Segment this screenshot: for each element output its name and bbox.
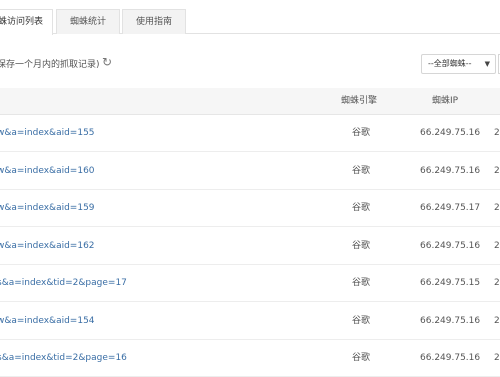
crawled-url-link[interactable]: s&a=index&tid=2&page=17 [0,265,127,302]
truncated-cell: 2 [494,240,500,251]
crawled-url-link[interactable]: w&a=index&aid=154 [0,303,95,340]
crawled-url-link[interactable]: w&a=index&aid=155 [0,115,95,152]
tab-usage-guide[interactable]: 使用指南 [122,9,186,34]
table-row: s&a=index&tid=2&page=16 谷歌 66.249.75.16 2 [0,340,500,377]
crawled-url-link[interactable]: w&a=index&aid=159 [0,190,95,227]
spider-ip-cell: 66.249.75.16 [420,240,481,251]
truncated-cell: 2 [494,315,500,326]
crawled-url-link[interactable]: s&a=index&tid=2&page=16 [0,340,127,377]
table-row: s&a=index&tid=2&page=17 谷歌 66.249.75.15 2 [0,265,500,302]
truncated-cell: 2 [494,353,500,363]
truncated-cell: 2 [494,278,500,288]
spider-engine-cell: 谷歌 [352,165,371,176]
spider-engine-cell: 谷歌 [352,278,371,288]
spider-engine-cell: 谷歌 [352,315,371,326]
retention-note: 保存一个月内的抓取记录) [0,60,100,70]
spider-ip-cell: 66.249.75.15 [420,278,481,288]
crawled-url-link[interactable]: w&a=index&aid=162 [0,228,95,265]
truncated-cell: 2 [494,203,500,213]
refresh-icon[interactable]: ↻ [100,55,114,69]
spider-ip-cell: 66.249.75.16 [420,165,481,176]
tab-bar: 蛛访问列表 蜘蛛统计 使用指南 [0,0,500,35]
table-header: 蜘蛛引擎 蜘蛛IP [0,88,500,115]
spider-engine-cell: 谷歌 [352,203,371,213]
spider-ip-cell: 66.249.75.16 [420,315,481,326]
spider-ip-cell: 66.249.75.16 [420,128,481,138]
spider-engine-cell: 谷歌 [352,240,371,251]
truncated-cell: 2 [494,165,500,176]
table-row: w&a=index&aid=159 谷歌 66.249.75.17 2 [0,190,500,227]
spider-filter-select[interactable]: --全部蜘蛛-- ▼ [421,54,496,74]
table-row: w&a=index&aid=162 谷歌 66.249.75.16 2 [0,228,500,265]
crawled-url-link[interactable]: w&a=index&aid=160 [0,153,95,190]
spider-engine-cell: 谷歌 [352,128,371,138]
spider-ip-cell: 66.249.75.16 [420,353,481,363]
header-spider-engine: 蜘蛛引擎 [341,96,378,106]
header-spider-ip: 蜘蛛IP [432,96,459,106]
table-row: w&a=index&aid=154 谷歌 66.249.75.16 2 [0,303,500,340]
chevron-down-icon: ▼ [484,60,490,68]
tab-spider-visit-list[interactable]: 蛛访问列表 [0,9,53,35]
table-row: w&a=index&aid=155 谷歌 66.249.75.16 2 [0,115,500,152]
table-row: w&a=index&aid=160 谷歌 66.249.75.16 2 [0,153,500,190]
spider-engine-cell: 谷歌 [352,353,371,363]
spider-filter-value: --全部蜘蛛-- [428,59,472,68]
spider-ip-cell: 66.249.75.17 [420,203,481,213]
tab-spider-stats[interactable]: 蜘蛛统计 [56,9,120,34]
truncated-cell: 2 [494,128,500,138]
